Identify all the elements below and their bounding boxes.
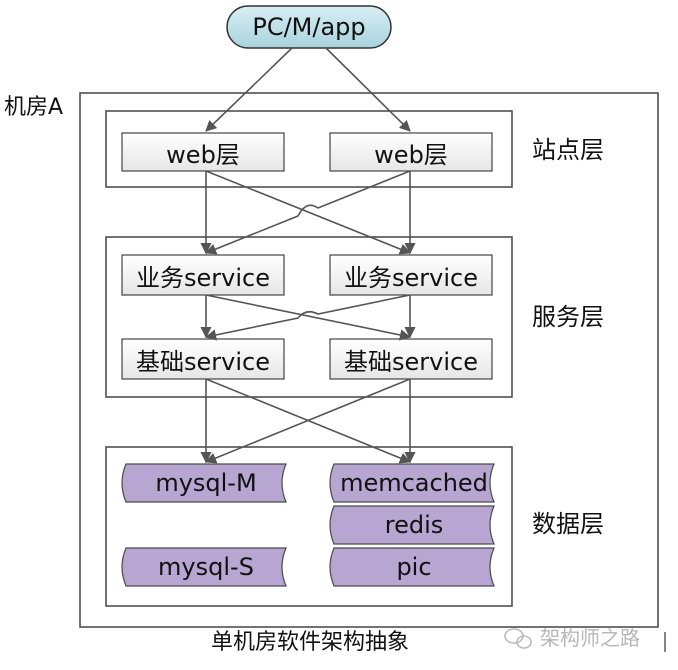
diagram-caption: 单机房软件架构抽象 [211, 630, 410, 655]
base-service-right: 基础service [344, 347, 478, 376]
base-service-left: 基础service [136, 347, 270, 376]
room-label: 机房A [4, 95, 64, 120]
business-service-right: 业务service [344, 263, 478, 292]
watermark-text: 架构师之路 [540, 626, 640, 650]
web-node-right: web层 [374, 140, 448, 169]
arrow-client-to-web-left [205, 47, 293, 132]
site-layer-label: 站点层 [532, 136, 604, 164]
client-node: PC/M/app [252, 13, 366, 41]
arrow-client-to-web-right [325, 47, 411, 132]
web-node-left: web层 [166, 140, 240, 169]
memcached-node: memcached [340, 469, 488, 497]
redis-node: redis [384, 511, 444, 539]
data-layer-label: 数据层 [532, 510, 604, 538]
mysql-s-node: mysql-S [158, 553, 254, 581]
wechat-icon [504, 628, 532, 649]
business-service-left: 业务service [136, 263, 270, 292]
mysql-m-node: mysql-M [155, 469, 257, 497]
service-layer-label: 服务层 [532, 303, 604, 331]
pic-node: pic [396, 553, 432, 581]
